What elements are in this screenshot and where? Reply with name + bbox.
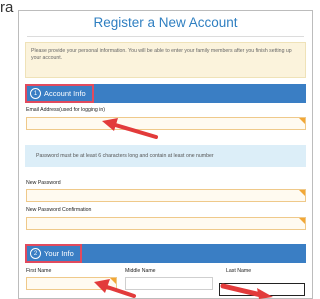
title-divider — [27, 36, 304, 37]
required-marker-icon — [299, 218, 305, 224]
page-title: Register a New Account — [93, 15, 238, 30]
email-label: Email Address(used for logging in) — [26, 107, 106, 113]
confirm-password-field[interactable] — [26, 217, 306, 230]
password-requirements-note: Password must be at least 6 characters l… — [25, 145, 306, 167]
section-title-your-info: Your Info — [44, 249, 74, 258]
confirm-password-label: New Password Confirmation — [26, 207, 92, 213]
section-header-your-info: 2 Your Info — [25, 244, 306, 263]
info-banner: Please provide your personal information… — [25, 42, 306, 78]
section-header-account-info: 1 Account Info — [25, 84, 306, 103]
red-arrow-icon — [94, 279, 136, 298]
middle-name-label: Middle Name — [125, 268, 156, 274]
registration-form: Register a New Account Please provide yo… — [18, 10, 313, 299]
new-password-field[interactable] — [26, 189, 306, 202]
cropped-text: ra — [0, 0, 14, 16]
number-2-icon: 2 — [30, 248, 41, 259]
email-field[interactable] — [26, 117, 306, 130]
number-1-icon: 1 — [30, 88, 41, 99]
middle-name-field[interactable] — [125, 277, 213, 290]
new-password-label: New Password — [26, 180, 61, 186]
section-label-highlight: 1 Account Info — [25, 84, 94, 103]
red-arrow-icon — [102, 118, 158, 139]
required-marker-icon — [299, 118, 305, 124]
last-name-label: Last Name — [226, 268, 252, 274]
red-arrow-icon — [220, 283, 273, 299]
first-name-label: First Name — [26, 268, 52, 274]
section-label-highlight: 2 Your Info — [25, 244, 82, 263]
section-title-account-info: Account Info — [44, 89, 86, 98]
required-marker-icon — [299, 190, 305, 196]
